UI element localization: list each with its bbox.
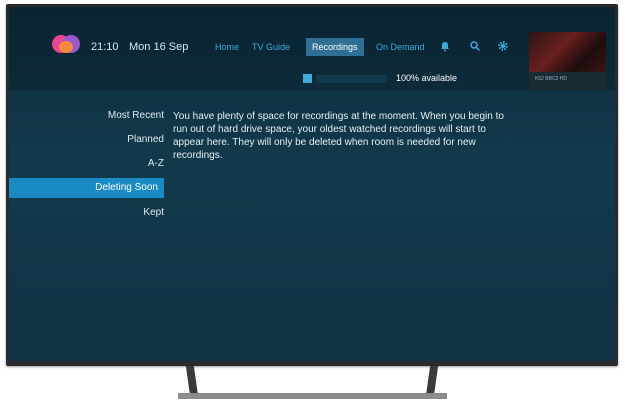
bell-icon[interactable] <box>439 40 451 52</box>
tv-stand-left-leg <box>185 366 199 396</box>
tv-stand-base <box>178 393 447 399</box>
sidebar-item-most-recent[interactable]: Most Recent <box>108 110 164 121</box>
storage-icon <box>303 74 312 83</box>
virgin-logo-icon <box>52 35 80 53</box>
preview-image <box>529 32 606 72</box>
nav-on-demand[interactable]: On Demand <box>376 38 425 56</box>
gear-icon[interactable] <box>497 40 509 52</box>
sidebar-item-a-z[interactable]: A-Z <box>148 158 164 169</box>
nav-tv-guide[interactable]: TV Guide <box>252 38 290 56</box>
clock-date: Mon 16 Sep <box>129 41 189 53</box>
sidebar-item-label: Deleting Soon <box>95 182 158 193</box>
clock-time: 21:10 <box>91 41 119 53</box>
search-icon[interactable] <box>469 40 481 52</box>
tv-screen: 21:10 Mon 16 Sep Home TV Guide Recording… <box>9 7 615 361</box>
nav-recordings[interactable]: Recordings <box>306 38 364 56</box>
preview-channel-label: K52 BBC2 HD <box>535 76 567 82</box>
sidebar-item-planned[interactable]: Planned <box>127 134 164 145</box>
nav-home[interactable]: Home <box>215 38 239 56</box>
sidebar-item-kept[interactable]: Kept <box>143 207 164 218</box>
storage-available-text: 100% available <box>396 73 458 83</box>
tv-stand-right-leg <box>425 366 439 396</box>
sidebar-item-deleting-soon[interactable]: Deleting Soon <box>9 178 164 198</box>
live-tv-preview[interactable]: K52 BBC2 HD <box>529 32 606 90</box>
empty-state-message: You have plenty of space for recordings … <box>173 111 504 161</box>
storage-bar <box>316 75 387 83</box>
top-bar: 21:10 Mon 16 Sep Home TV Guide Recording… <box>9 7 615 91</box>
